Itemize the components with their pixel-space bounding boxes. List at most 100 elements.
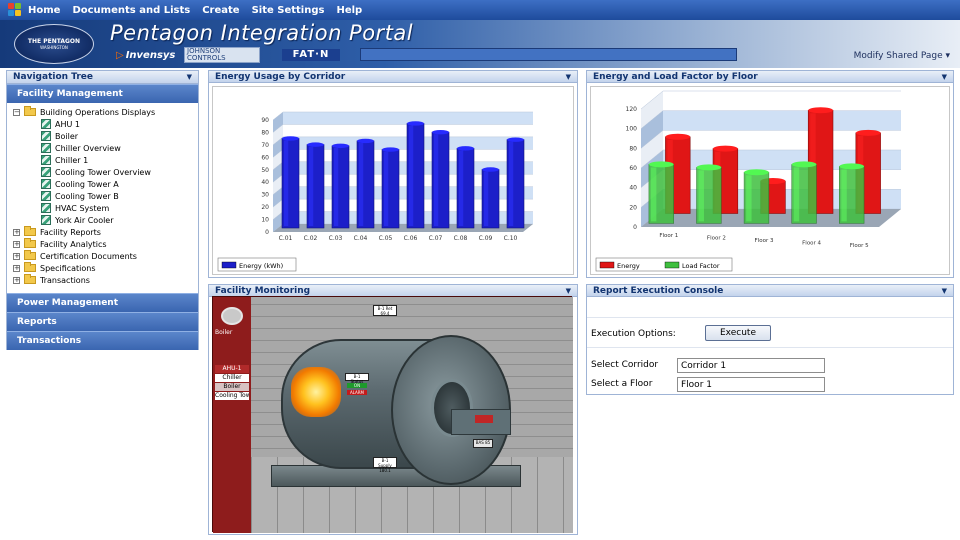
tree-display-item[interactable]: Cooling Tower A (7, 178, 198, 190)
tree-item-label: Cooling Tower B (55, 191, 119, 201)
menu-help[interactable]: Help (336, 5, 362, 16)
console-divider (587, 347, 953, 348)
supply-temp-tag[interactable]: B-1 Supply 180.1 (373, 457, 397, 473)
tree-folder-item[interactable]: + Transactions (7, 274, 198, 286)
expand-icon[interactable]: + (13, 276, 20, 284)
report-execution-console-panel: Report Execution Console ▼ Execution Opt… (586, 284, 954, 395)
bar-cap (696, 164, 722, 171)
pentagon-seal-logo: THE PENTAGON WASHINGTON (14, 24, 94, 64)
tree-display-item[interactable]: Boiler (7, 130, 198, 142)
bar-cap (382, 147, 399, 152)
nav-section-reports[interactable]: Reports (7, 312, 198, 331)
navigation-tree-panel: Navigation Tree ▼ Facility Management − B… (6, 70, 199, 350)
y-tick-label: 120 (626, 106, 638, 113)
boiler-room-scene: B-1 Ret 69.4 B-1 Status ON ALARM B-1 Sup… (251, 297, 573, 533)
floor-input[interactable] (677, 377, 825, 392)
energy-corridor-chart-frame: 0 10 20 30 40 50 60 70 80 90 C.01 C.02 C.03 C.04 C.05 C… (212, 86, 574, 275)
tree-folder-item[interactable]: + Certification Documents (7, 250, 198, 262)
chevron-down-icon[interactable]: ▼ (942, 287, 947, 295)
bar-cap (648, 161, 674, 168)
energy-corridor-header: Energy Usage by Corridor ▼ (209, 71, 577, 83)
bar-highlight (409, 125, 414, 226)
tree-display-item[interactable]: York Air Cooler (7, 214, 198, 226)
legend-label-energy: Energy (617, 262, 640, 270)
menu-create[interactable]: Create (202, 5, 239, 16)
tree-folder-item[interactable]: + Specifications (7, 262, 198, 274)
x-tick-label: C.09 (479, 235, 493, 242)
tree-item-label: Facility Analytics (40, 239, 107, 249)
bar-highlight (459, 150, 464, 226)
tree-display-item[interactable]: Cooling Tower B (7, 190, 198, 202)
tree-folder-item[interactable]: + Facility Analytics (7, 238, 198, 250)
expand-icon[interactable]: + (13, 264, 20, 272)
burner-tag[interactable]: BAS 85 (473, 439, 493, 448)
tree-folder-item[interactable]: − Building Operations Displays (7, 106, 198, 118)
menu-site-settings[interactable]: Site Settings (252, 5, 325, 16)
chevron-down-icon[interactable]: ▼ (566, 287, 571, 295)
expand-icon[interactable]: + (13, 252, 20, 260)
seal-title: THE PENTAGON (27, 38, 81, 45)
bar-cap (307, 142, 324, 147)
legend-swatch-load-factor (664, 261, 680, 269)
tree-display-item[interactable]: AHU 1 (7, 118, 198, 130)
side-menu-ahu-1[interactable]: AHU-1 (215, 365, 249, 373)
corridor-input[interactable] (677, 358, 825, 373)
legend-swatch-energy (221, 261, 237, 269)
side-menu-cooling-tower[interactable]: Cooling Towe (215, 392, 249, 400)
boiler-thumbnail-icon[interactable] (221, 307, 243, 325)
display-page-icon (41, 203, 51, 213)
y-tick-label: 10 (261, 217, 269, 224)
chevron-down-icon[interactable]: ▼ (187, 73, 192, 81)
x-tick-label: C.05 (379, 235, 393, 242)
bar-cap (482, 167, 499, 172)
y-tick-label: 100 (626, 126, 638, 133)
report-console-body: Execution Options: Execute Select Corrid… (587, 297, 953, 393)
bar-cap (507, 137, 524, 142)
bar-highlight (509, 141, 514, 226)
menu-documents-and-lists[interactable]: Documents and Lists (72, 5, 190, 16)
tree-folder-item[interactable]: + Facility Reports (7, 226, 198, 238)
x-tick-label: Floor 3 (755, 238, 774, 244)
collapse-icon[interactable]: − (13, 108, 20, 116)
invensys-triangle-icon: ▷ (116, 50, 124, 61)
energy-corridor-title: Energy Usage by Corridor (215, 71, 346, 82)
tree-display-item[interactable]: Chiller Overview (7, 142, 198, 154)
bar-highlight (698, 170, 704, 222)
bar-cap (855, 129, 881, 136)
status-on-indicator[interactable]: ON (347, 383, 367, 388)
menu-home[interactable]: Home (28, 5, 60, 16)
nav-section-facility-management[interactable]: Facility Management (7, 84, 198, 103)
execute-button[interactable]: Execute (705, 325, 771, 341)
tree-display-item[interactable]: Chiller 1 (7, 154, 198, 166)
energy-floor-chart: 0 20 40 60 80 100 120 Floor 1 Floor 2 Floor 3 Floo… (595, 90, 901, 272)
sharepoint-logo-icon[interactable] (8, 3, 22, 17)
energy-floor-chart-frame: 0 20 40 60 80 100 120 Floor 1 Floor 2 Floor 3 Floo… (590, 86, 950, 275)
bar-cap (839, 163, 865, 170)
legend-label-load-factor: Load Factor (682, 262, 720, 270)
expand-icon[interactable]: + (13, 228, 20, 236)
status-tag[interactable]: B-1 Status (345, 373, 369, 384)
chevron-down-icon[interactable]: ▼ (566, 73, 571, 81)
tree-item-label: Cooling Tower A (55, 179, 119, 189)
expand-icon[interactable]: + (13, 240, 20, 248)
display-page-icon (41, 215, 51, 225)
chevron-down-icon[interactable]: ▼ (942, 73, 947, 81)
status-alarm-indicator[interactable]: ALARM (347, 390, 367, 395)
display-page-icon (41, 167, 51, 177)
tree-item-label: Boiler (55, 131, 79, 141)
modify-shared-page-link[interactable]: Modify Shared Page ▾ (854, 51, 950, 61)
bar-highlight (309, 146, 314, 226)
nav-section-power-management[interactable]: Power Management (7, 293, 198, 312)
bar-highlight (359, 142, 364, 226)
johnson-controls-logo: JOHNSON CONTROLS (184, 47, 260, 63)
side-menu-boiler[interactable]: Boiler (215, 383, 249, 391)
tree-display-item[interactable]: HVAC System (7, 202, 198, 214)
display-page-icon (41, 155, 51, 165)
tree-display-item[interactable]: Cooling Tower Overview (7, 166, 198, 178)
nav-section-transactions[interactable]: Transactions (7, 331, 198, 350)
energy-corridor-chart: 0 10 20 30 40 50 60 70 80 90 C.01 C.02 C.03 C.04 C.05 C… (217, 111, 533, 272)
tree-item-label: Chiller Overview (55, 143, 121, 153)
return-temp-tag[interactable]: B-1 Ret 69.4 (373, 305, 397, 316)
tree-item-label: HVAC System (55, 203, 110, 213)
side-menu-chiller[interactable]: Chiller (215, 374, 249, 382)
